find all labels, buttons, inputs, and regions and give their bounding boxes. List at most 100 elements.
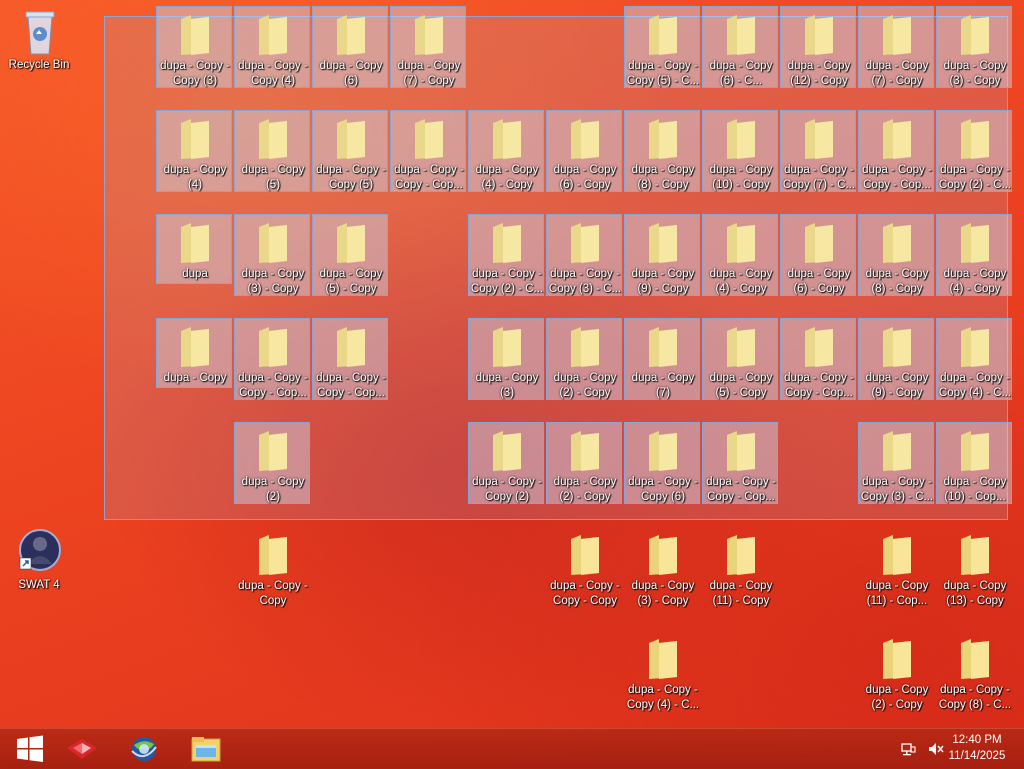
folder-item[interactable]: dupa - Copy - Copy (5) - C... [624,6,700,88]
folder-item[interactable]: dupa - Copy - Copy - Cop... [780,318,856,400]
folder-item[interactable]: dupa - Copy (8) - Copy [858,214,934,296]
folder-label: dupa - Copy - Copy (4) - C... [938,372,1012,399]
folder-label: dupa - Copy - Copy (2) [472,476,542,503]
folder-item[interactable]: dupa - Copy (11) - Copy [702,526,778,608]
folder-item[interactable]: dupa - Copy (12) - Copy [780,6,856,88]
folder-item[interactable]: dupa - Copy (5) - Copy [702,318,778,400]
folder-item[interactable]: dupa - Copy - Copy (7) - C... [780,110,856,192]
folder-icon [181,119,209,159]
folder-item[interactable]: dupa - Copy - Copy - Cop... [234,318,310,400]
folder-icon [961,119,989,159]
folder-item[interactable]: dupa - Copy (4) - Copy [468,110,544,192]
folder-item[interactable]: dupa - Copy - Copy (8) - C... [936,630,1012,712]
desktop[interactable]: Recycle Bin SWAT 4 dupa - Copy - Copy (3… [0,0,1024,728]
folder-label: dupa - Copy (12) - Copy [787,60,851,87]
folder-item[interactable]: dupa - Copy (2) - Copy [858,630,934,712]
folder-label: dupa - Copy - Copy (3) - C... [548,268,622,295]
recycle-bin-icon [25,11,55,55]
folder-item[interactable]: dupa [156,214,232,284]
swat4-label: SWAT 4 [18,579,60,591]
folder-icon [571,327,599,367]
swat4-icon [19,529,61,571]
folder-icon [649,639,677,679]
folder-icon [883,119,911,159]
folder-item[interactable]: dupa - Copy (2) - Copy [546,422,622,504]
folder-icon [727,119,755,159]
folder-item[interactable]: dupa - Copy - Copy (4) [234,6,310,88]
folder-label: dupa - Copy (2) [241,476,305,503]
folder-item[interactable]: dupa - Copy (7) [624,318,700,400]
folder-item[interactable]: dupa - Copy - Copy (3) - C... [858,422,934,504]
folder-label: dupa - Copy - Copy (2) - C... [470,268,544,295]
folder-item[interactable]: dupa - Copy - Copy - Cop... [858,110,934,192]
folder-item[interactable]: dupa - Copy (10) - Copy [702,110,778,192]
folder-item[interactable]: dupa - Copy - Copy (4) - C... [936,318,1012,400]
taskbar-browser-button[interactable] [114,729,174,769]
folder-item[interactable]: dupa - Copy - Copy - Cop... [312,318,388,400]
folder-label: dupa - Copy - Copy (3) - C... [860,476,934,503]
recycle-bin[interactable]: Recycle Bin [1,6,77,88]
folder-item[interactable]: dupa - Copy - Copy (2) - C... [936,110,1012,192]
folder-icon [727,327,755,367]
folder-item[interactable]: dupa - Copy (9) - Copy [858,318,934,400]
folder-label: dupa - Copy (4) - Copy [475,164,539,191]
folder-item[interactable]: dupa - Copy - Copy (4) - C... [624,630,700,712]
folder-item[interactable]: dupa - Copy (2) - Copy [546,318,622,400]
folder-icon [337,223,365,263]
folder-item[interactable]: dupa - Copy (5) [234,110,310,192]
folder-item[interactable]: dupa - Copy - Copy (3) - C... [546,214,622,296]
folder-item[interactable]: dupa - Copy (6) - Copy [780,214,856,296]
folder-item[interactable]: dupa - Copy (3) [468,318,544,400]
folder-label: dupa - Copy - Copy - Cop... [706,476,776,503]
folder-item[interactable]: dupa - Copy - Copy [234,526,310,608]
folder-icon [649,535,677,575]
network-icon[interactable] [900,741,916,757]
folder-label: dupa - Copy (11) - Cop... [865,580,929,607]
taskbar-file-explorer-button[interactable] [176,729,236,769]
folder-item[interactable]: dupa - Copy (8) - Copy [624,110,700,192]
folder-item[interactable]: dupa - Copy (9) - Copy [624,214,700,296]
folder-item[interactable]: dupa - Copy (6) - Copy [546,110,622,192]
folder-item[interactable]: dupa - Copy (3) - Copy [234,214,310,296]
folder-icon [805,119,833,159]
folder-item[interactable]: dupa - Copy - Copy (5) [312,110,388,192]
folder-item[interactable]: dupa - Copy - Copy - Cop... [702,422,778,504]
folder-item[interactable]: dupa - Copy (7) - Copy [390,6,466,88]
start-button[interactable] [0,729,60,769]
taskbar-app-button[interactable] [52,729,112,769]
folder-item[interactable]: dupa - Copy (11) - Cop... [858,526,934,608]
folder-item[interactable]: dupa - Copy (5) - Copy [312,214,388,296]
clock-time: 12:40 PM [952,734,1002,746]
folder-item[interactable]: dupa - Copy - Copy - Copy [546,526,622,608]
clock[interactable]: 12:40 PM 11/14/2025 [942,732,1012,764]
folder-label: dupa - Copy (6) - C... [709,60,773,87]
folder-icon [649,119,677,159]
folder-icon [727,15,755,55]
swat4-shortcut[interactable]: SWAT 4 [1,526,77,596]
folder-label: dupa - Copy (8) - Copy [631,164,695,191]
folder-item[interactable]: dupa - Copy - Copy (2) - C... [468,214,544,296]
folder-item[interactable]: dupa - Copy (10) - Cop... [936,422,1012,504]
folder-icon [649,223,677,263]
folder-item[interactable]: dupa - Copy (6) - C... [702,6,778,88]
folder-item[interactable]: dupa - Copy (3) - Copy [624,526,700,608]
folder-item[interactable]: dupa - Copy (3) - Copy [936,6,1012,88]
folder-label: dupa - Copy (3) - Copy [631,580,695,607]
folder-label: dupa - Copy (2) - Copy [553,476,617,503]
folder-item[interactable]: dupa - Copy - Copy (2) [468,422,544,504]
folder-label: dupa - Copy (4) - Copy [943,268,1007,295]
folder-item[interactable]: dupa - Copy - Copy - Cop... [390,110,466,192]
folder-label: dupa [182,268,208,280]
folder-icon [883,639,911,679]
folder-item[interactable]: dupa - Copy (13) - Copy [936,526,1012,608]
folder-item[interactable]: dupa - Copy (4) [156,110,232,192]
folder-item[interactable]: dupa - Copy (2) [234,422,310,504]
folder-item[interactable]: dupa - Copy (6) [312,6,388,88]
folder-item[interactable]: dupa - Copy [156,318,232,388]
folder-item[interactable]: dupa - Copy (4) - Copy [936,214,1012,296]
folder-label: dupa - Copy (7) [631,372,695,399]
folder-item[interactable]: dupa - Copy - Copy (6) [624,422,700,504]
folder-item[interactable]: dupa - Copy (7) - Copy [858,6,934,88]
folder-item[interactable]: dupa - Copy - Copy (3) [156,6,232,88]
folder-item[interactable]: dupa - Copy (4) - Copy [702,214,778,296]
